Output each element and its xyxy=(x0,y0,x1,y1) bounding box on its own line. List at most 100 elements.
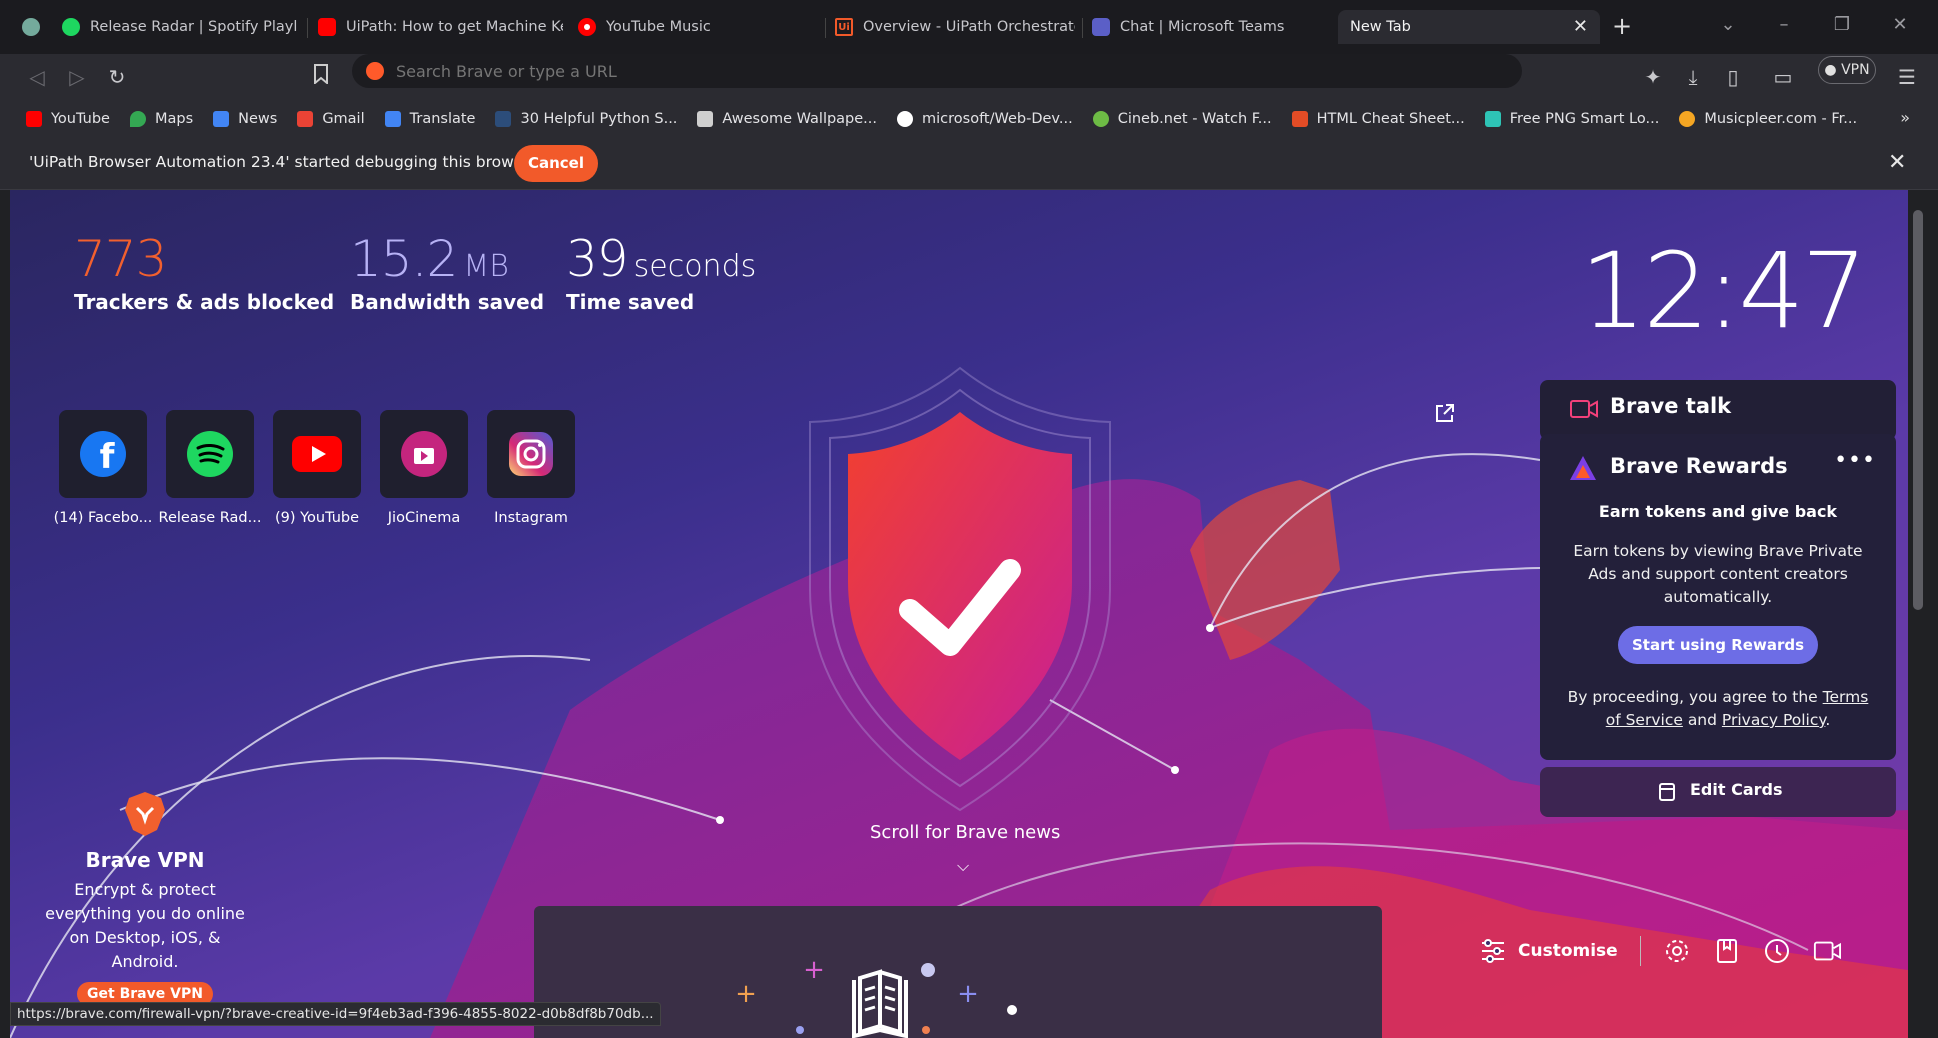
tab-youtube-music[interactable]: YouTube Music xyxy=(578,10,818,44)
scroll-for-news-label[interactable]: Scroll for Brave news xyxy=(870,822,1060,843)
customise-icon[interactable] xyxy=(1480,938,1506,964)
reload-button[interactable]: ↻ xyxy=(104,64,130,90)
more-options-icon[interactable]: ••• xyxy=(1834,448,1876,473)
bookmark-item[interactable]: Maps xyxy=(129,111,194,127)
debugging-infobar: 'UiPath Browser Automation 23.4' started… xyxy=(0,138,1938,190)
svg-text:+: + xyxy=(957,979,979,1009)
bookmark-label: Gmail xyxy=(322,111,365,127)
legal-and: and xyxy=(1687,711,1717,729)
close-window-button[interactable]: ✕ xyxy=(1882,14,1918,35)
new-tab-page: 773 Trackers & ads blocked 15.2 MB Bandwi… xyxy=(10,190,1908,1038)
privacy-policy-link[interactable]: Privacy Policy xyxy=(1722,711,1825,729)
bookmark-item[interactable]: Gmail xyxy=(297,111,365,127)
bookmark-label: 30 Helpful Python S... xyxy=(520,111,678,127)
page-scrollbar[interactable] xyxy=(1908,190,1928,1038)
bookmark-item[interactable]: HTML Cheat Sheet... xyxy=(1291,111,1465,127)
start-using-rewards-button[interactable]: Start using Rewards xyxy=(1618,626,1818,664)
html-icon xyxy=(1291,111,1308,127)
brave-talk-card[interactable]: Brave talk xyxy=(1540,380,1896,440)
youtube-icon xyxy=(273,410,361,498)
top-site-tile[interactable]: f (14) Facebo... xyxy=(50,410,156,526)
tab-search-chevron-icon[interactable]: ⌄ xyxy=(1710,14,1746,35)
forward-button[interactable]: ▷ xyxy=(64,64,90,90)
bookmark-item[interactable]: Translate xyxy=(384,111,475,127)
tab-close-icon[interactable]: ✕ xyxy=(1573,16,1588,37)
bookmark-item[interactable]: microsoft/Web-Dev... xyxy=(897,111,1073,127)
brave-search-icon xyxy=(366,62,384,80)
address-bar[interactable] xyxy=(352,54,1522,88)
tab-title: New Tab xyxy=(1350,19,1411,35)
bookmark-item[interactable]: Musicpleer.com - Fr... xyxy=(1679,111,1857,127)
chatgpt-icon xyxy=(22,18,40,36)
top-site-tile[interactable]: Instagram xyxy=(478,410,584,526)
news-icon xyxy=(213,111,230,127)
brave-rewards-card: Brave Rewards ••• Earn tokens and give b… xyxy=(1540,434,1896,760)
brave-talk-icon[interactable] xyxy=(1813,937,1841,965)
trackers-count: 773 xyxy=(74,230,167,288)
brave-talk-title: Brave talk xyxy=(1610,394,1732,418)
musicpleer-icon xyxy=(1679,111,1696,127)
new-tab-button[interactable]: + xyxy=(1608,12,1636,40)
tab-spotify[interactable]: Release Radar | Spotify Playlist xyxy=(62,10,297,44)
clock: 12:47 xyxy=(1580,230,1868,352)
back-button[interactable]: ◁ xyxy=(24,64,50,90)
bookmarks-icon[interactable] xyxy=(1713,937,1741,965)
uipath-icon: Ui xyxy=(835,18,853,36)
top-site-tile[interactable]: JioCinema xyxy=(371,410,477,526)
tab-teams[interactable]: Chat | Microsoft Teams xyxy=(1092,10,1332,44)
minimize-button[interactable]: – xyxy=(1766,14,1802,35)
tab-uipath-orchestrator[interactable]: Ui Overview - UiPath Orchestrator xyxy=(835,10,1075,44)
bookmark-item[interactable]: Awesome Wallpape... xyxy=(697,111,877,127)
extensions-icon[interactable]: ✦ xyxy=(1640,64,1666,90)
menu-icon[interactable]: ☰ xyxy=(1894,64,1920,90)
address-input[interactable] xyxy=(396,61,1296,81)
external-link-icon[interactable] xyxy=(1434,402,1456,428)
bookmark-item[interactable]: Free PNG Smart Lo... xyxy=(1484,111,1659,127)
bookmark-label: News xyxy=(238,111,278,127)
bookmark-item[interactable]: YouTube xyxy=(26,111,110,127)
top-site-tile[interactable]: Release Rad... xyxy=(157,410,263,526)
footer-toolbar: Customise xyxy=(1480,936,1863,966)
svg-text:f: f xyxy=(100,437,116,477)
tab-title: Chat | Microsoft Teams xyxy=(1120,19,1285,35)
tab-uipath-youtube[interactable]: UiPath: How to get Machine Key xyxy=(318,10,563,44)
downloads-icon[interactable]: ⤓ xyxy=(1680,64,1706,90)
translate-icon xyxy=(384,111,401,127)
edit-cards-button[interactable]: Edit Cards xyxy=(1540,767,1896,817)
settings-gear-icon[interactable] xyxy=(1663,937,1691,965)
bookmark-icon[interactable] xyxy=(308,64,334,90)
bookmark-item[interactable]: News xyxy=(213,111,277,127)
bookmark-label: Maps xyxy=(154,111,194,127)
chatgpt-tab-icon[interactable] xyxy=(22,10,44,44)
cancel-button[interactable]: Cancel xyxy=(514,145,598,182)
sidebar-icon[interactable]: ▯ xyxy=(1720,64,1746,90)
time-value: 39 xyxy=(566,230,629,288)
bookmark-item[interactable]: 30 Helpful Python S... xyxy=(495,111,677,127)
vpn-label: VPN xyxy=(1841,62,1870,78)
news-illustration: + + + xyxy=(735,955,1017,1038)
bookmark-label: Cineb.net - Watch F... xyxy=(1117,111,1272,127)
status-bar-url: https://brave.com/firewall-vpn/?brave-cr… xyxy=(10,1002,661,1026)
scrollbar-thumb[interactable] xyxy=(1913,210,1923,610)
freepng-icon xyxy=(1484,111,1501,127)
edit-cards-label: Edit Cards xyxy=(1690,780,1783,799)
top-site-tile[interactable]: (9) YouTube xyxy=(264,410,370,526)
spotify-icon xyxy=(166,410,254,498)
restore-button[interactable]: ❐ xyxy=(1824,14,1860,35)
history-icon[interactable] xyxy=(1763,937,1791,965)
legal-period: . xyxy=(1825,711,1831,729)
infobar-close-icon[interactable]: ✕ xyxy=(1888,150,1906,175)
maps-icon xyxy=(129,111,146,127)
tds-icon xyxy=(495,111,512,127)
vpn-button[interactable]: ● VPN xyxy=(1818,56,1876,84)
youtube-music-icon xyxy=(578,18,596,36)
bookmark-label: Musicpleer.com - Fr... xyxy=(1704,111,1858,127)
customise-label[interactable]: Customise xyxy=(1518,941,1618,961)
wallet-icon[interactable]: ▭ xyxy=(1770,64,1796,90)
tab-new-tab[interactable]: New Tab ✕ xyxy=(1338,10,1600,44)
chevron-down-icon[interactable]: ⌵ xyxy=(957,856,969,876)
bookmark-item[interactable]: Cineb.net - Watch F... xyxy=(1092,111,1272,127)
more-bookmarks-icon[interactable]: » xyxy=(1900,108,1910,127)
infobar-message: 'UiPath Browser Automation 23.4' started… xyxy=(29,153,538,171)
jiocinema-icon xyxy=(380,410,468,498)
